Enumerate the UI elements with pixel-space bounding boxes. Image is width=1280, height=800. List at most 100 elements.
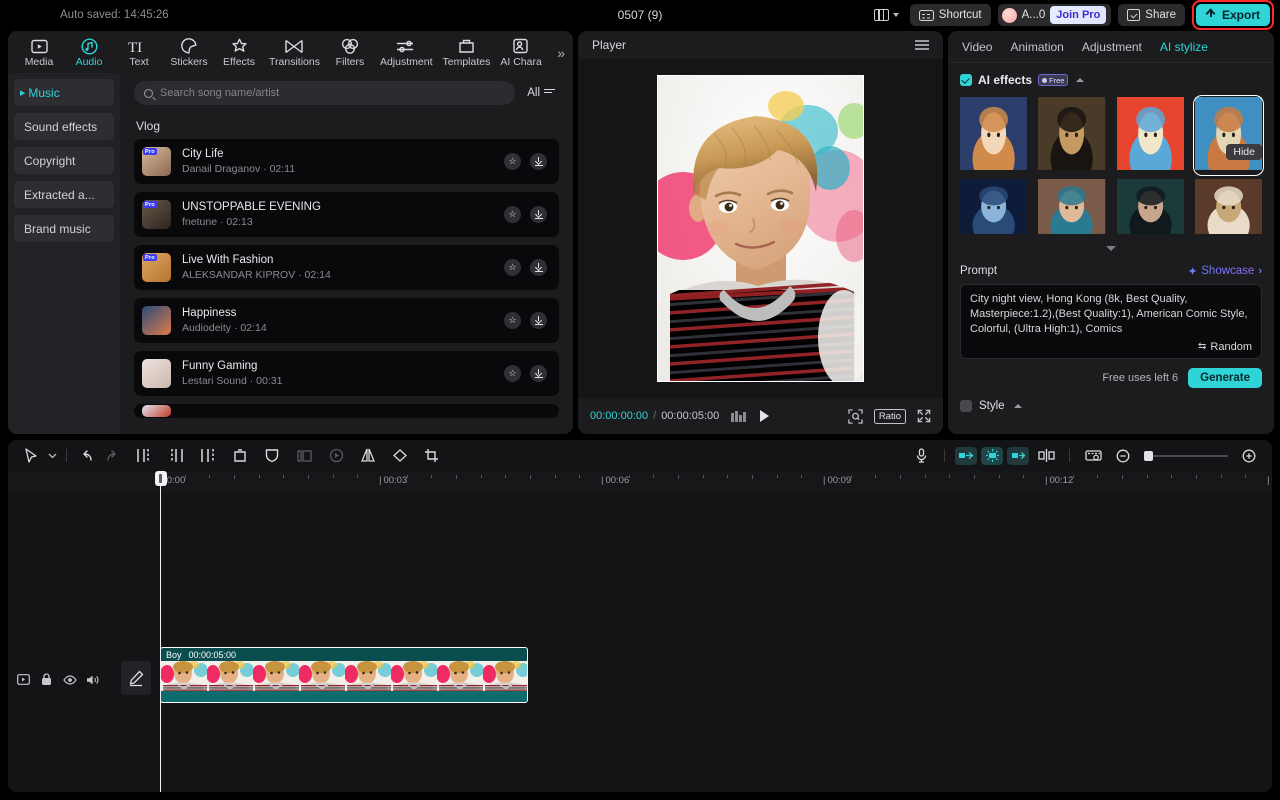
- right-tab-video[interactable]: Video: [962, 40, 992, 54]
- random-prompt-button[interactable]: ⇆ Random: [970, 341, 1252, 353]
- timeline-ruler[interactable]: 00:0000:0300:0600:0900:1200: [8, 471, 1272, 493]
- right-tab-adjustment[interactable]: Adjustment: [1082, 40, 1142, 54]
- song-row-partial[interactable]: [134, 404, 559, 418]
- ratio-button[interactable]: Ratio: [874, 409, 906, 424]
- frames-icon[interactable]: [731, 411, 746, 422]
- chevron-up-icon[interactable]: [1076, 78, 1084, 82]
- category-brand-music[interactable]: Brand music: [14, 215, 114, 242]
- category-extracted-a[interactable]: Extracted a...: [14, 181, 114, 208]
- zoom-out-icon[interactable]: [1110, 444, 1136, 468]
- expand-styles-button[interactable]: [960, 238, 1262, 256]
- search-input[interactable]: Search song name/artist: [134, 81, 515, 105]
- ai-effects-checkbox[interactable]: [960, 74, 972, 86]
- tab-templates[interactable]: Templates: [438, 35, 496, 70]
- freeze-frame-icon[interactable]: [291, 444, 317, 468]
- lock-icon[interactable]: [39, 672, 54, 687]
- mirror-icon[interactable]: [355, 444, 381, 468]
- rotate-icon[interactable]: [387, 444, 413, 468]
- ai-style-thumbnail[interactable]: Oil Paint...: [1038, 97, 1105, 170]
- account-button[interactable]: A...0 Join Pro: [998, 4, 1112, 26]
- tab-effects[interactable]: Effects: [214, 35, 264, 70]
- tab-transitions[interactable]: Transitions: [264, 35, 325, 70]
- style-checkbox[interactable]: [960, 400, 972, 412]
- playhead[interactable]: [160, 471, 161, 792]
- split-clip-icon[interactable]: [1033, 444, 1059, 468]
- playhead-handle[interactable]: [155, 471, 167, 486]
- tab-stickers[interactable]: Stickers: [164, 35, 214, 70]
- crop-icon[interactable]: [419, 444, 445, 468]
- undo-icon[interactable]: [73, 444, 99, 468]
- ai-style-thumbnail[interactable]: [1117, 179, 1184, 234]
- select-tool-dropdown[interactable]: [44, 444, 60, 468]
- tab-ai-chara[interactable]: AI Chara: [495, 35, 546, 70]
- share-button[interactable]: Share: [1118, 4, 1185, 26]
- ai-style-thumbnail[interactable]: Scumbli...: [960, 97, 1027, 170]
- select-cursor-icon[interactable]: [18, 444, 44, 468]
- generate-button[interactable]: Generate: [1188, 368, 1262, 388]
- delete-icon[interactable]: [227, 444, 253, 468]
- showcase-button[interactable]: ✦ Showcase ›: [1188, 265, 1262, 278]
- favorite-button[interactable]: ☆: [504, 365, 521, 382]
- favorite-button[interactable]: ☆: [504, 153, 521, 170]
- download-button[interactable]: [530, 206, 547, 223]
- song-row[interactable]: ProCity LifeDanail Draganov · 02:11☆: [134, 139, 559, 184]
- right-tab-animation[interactable]: Animation: [1010, 40, 1063, 54]
- download-button[interactable]: [530, 312, 547, 329]
- category-sound-effects[interactable]: Sound effects: [14, 113, 114, 140]
- tab-text[interactable]: TIText: [114, 35, 164, 70]
- microphone-icon[interactable]: [908, 444, 934, 468]
- tab-filters[interactable]: Filters: [325, 35, 375, 70]
- filter-all-button[interactable]: All: [523, 85, 559, 101]
- favorite-button[interactable]: ☆: [504, 312, 521, 329]
- timeline-clip[interactable]: Boy 00:00:05:00: [160, 647, 528, 703]
- favorite-button[interactable]: ☆: [504, 206, 521, 223]
- mask-icon[interactable]: [259, 444, 285, 468]
- zoom-in-icon[interactable]: [1236, 444, 1262, 468]
- speaker-icon[interactable]: [85, 672, 100, 687]
- thumbnail-toggle-icon[interactable]: [1080, 444, 1106, 468]
- song-row[interactable]: ProLive With FashionALEKSANDAR KIPROV · …: [134, 245, 559, 290]
- category-music[interactable]: ▶Music: [14, 79, 114, 106]
- redo-icon[interactable]: [99, 444, 125, 468]
- split-icon[interactable]: [131, 444, 157, 468]
- favorite-button[interactable]: ☆: [504, 259, 521, 276]
- play-icon[interactable]: [760, 410, 769, 422]
- prompt-input[interactable]: City night view, Hong Kong (8k, Best Qua…: [960, 284, 1262, 359]
- trim-left-icon[interactable]: [163, 444, 189, 468]
- download-button[interactable]: [530, 365, 547, 382]
- tab-adjustment[interactable]: Adjustment: [375, 35, 438, 70]
- hamburger-menu-icon[interactable]: [915, 40, 929, 50]
- right-tab-ai-stylize[interactable]: AI stylize: [1160, 40, 1208, 54]
- chevron-up-icon[interactable]: [1014, 404, 1022, 408]
- song-row[interactable]: ProUNSTOPPABLE EVENINGfnetune · 02:13☆: [134, 192, 559, 237]
- reverse-icon[interactable]: [323, 444, 349, 468]
- tab-media[interactable]: Media: [14, 35, 64, 70]
- zoom-slider[interactable]: [1144, 455, 1228, 457]
- download-button[interactable]: [530, 259, 547, 276]
- fullscreen-icon[interactable]: [917, 409, 931, 423]
- download-button[interactable]: [530, 153, 547, 170]
- export-button[interactable]: Export: [1196, 4, 1270, 26]
- song-row[interactable]: HappinessAudiodeity · 02:14☆: [134, 298, 559, 343]
- video-preview[interactable]: [657, 75, 864, 382]
- join-pro-button[interactable]: Join Pro: [1050, 6, 1106, 24]
- pencil-edit-icon[interactable]: [121, 661, 151, 695]
- layout-switch-button[interactable]: [870, 6, 903, 24]
- song-row[interactable]: Funny GamingLestari Sound · 00:31☆: [134, 351, 559, 396]
- tab-audio[interactable]: Audio: [64, 35, 114, 70]
- ai-style-thumbnail[interactable]: [1195, 179, 1262, 234]
- eye-icon[interactable]: [62, 672, 77, 687]
- ai-style-thumbnail[interactable]: Comics I: [1117, 97, 1184, 170]
- track-thumbnail-icon[interactable]: [16, 672, 31, 687]
- chevron-double-right-icon[interactable]: »: [557, 45, 565, 61]
- trim-right-icon[interactable]: [195, 444, 221, 468]
- previous-keyframe-button[interactable]: [955, 447, 977, 465]
- category-copyright[interactable]: Copyright: [14, 147, 114, 174]
- zoom-slider-knob[interactable]: [1144, 451, 1153, 461]
- add-keyframe-button[interactable]: [981, 447, 1003, 465]
- next-keyframe-button[interactable]: [1007, 447, 1029, 465]
- ai-style-thumbnail[interactable]: [1038, 179, 1105, 234]
- ai-style-thumbnail[interactable]: [960, 179, 1027, 234]
- shortcut-button[interactable]: Shortcut: [910, 4, 991, 26]
- zoom-fit-icon[interactable]: [848, 409, 863, 424]
